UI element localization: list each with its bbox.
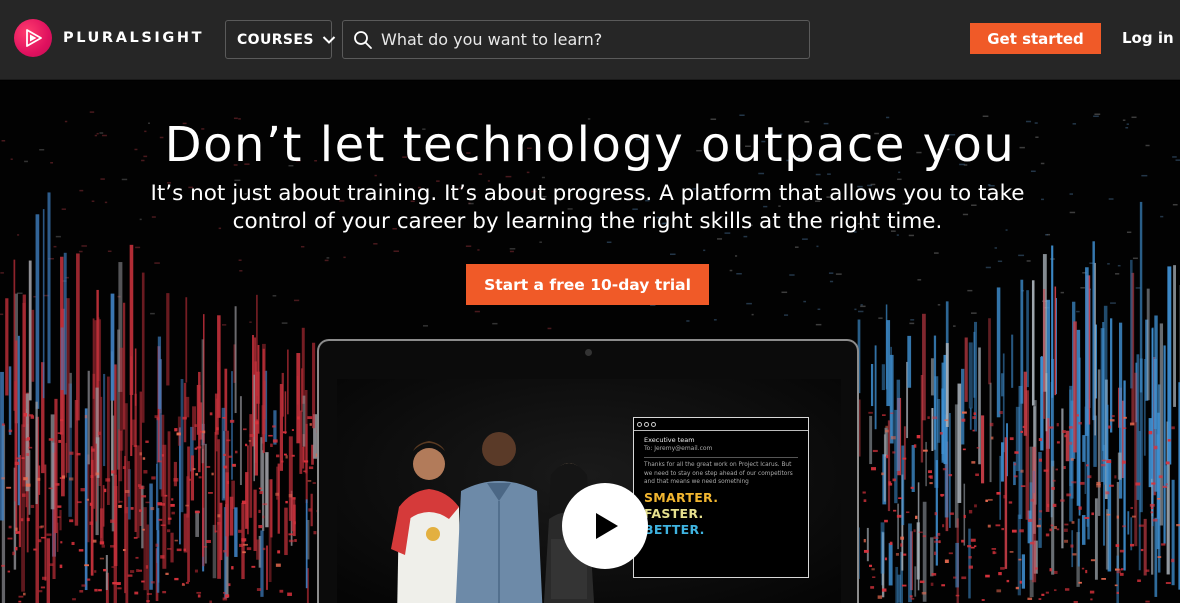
window-dot-icon	[651, 421, 656, 427]
search-icon[interactable]	[353, 30, 373, 50]
play-video-button[interactable]	[562, 483, 648, 569]
email-body: Thanks for all the great work on Project…	[644, 462, 793, 486]
play-icon	[596, 513, 618, 539]
brand-logo[interactable]: PLURALSIGHT	[14, 19, 204, 57]
email-word-smarter: SMARTER.	[644, 489, 719, 505]
laptop-video-frame: Executive team To: Jeremy@email.com Than…	[317, 339, 859, 603]
window-dot-icon	[637, 421, 642, 427]
hero-subtitle-line-1: It’s not just about training. It’s about…	[150, 181, 1025, 206]
search-input[interactable]	[381, 24, 801, 55]
brand-name: PLURALSIGHT	[63, 30, 205, 46]
email-heading: Executive team	[644, 436, 695, 444]
email-card: Executive team To: Jeremy@email.com Than…	[633, 417, 809, 578]
get-started-button[interactable]: Get started	[970, 23, 1101, 54]
email-word-better: BETTER.	[644, 521, 705, 537]
chevron-down-icon	[322, 35, 336, 45]
login-link[interactable]: Log in	[1122, 29, 1174, 47]
window-dot-icon	[644, 421, 649, 427]
hero-subtitle-line-2: control of your career by learning the r…	[232, 209, 943, 234]
search-box	[342, 20, 810, 59]
email-recipient: To: Jeremy@email.com	[644, 445, 713, 452]
top-navbar: PLURALSIGHT COURSES Get started Log in	[0, 0, 1180, 80]
start-free-trial-button[interactable]: Start a free 10-day trial	[466, 264, 709, 305]
video-screen[interactable]: Executive team To: Jeremy@email.com Than…	[337, 379, 841, 603]
hero-title: Don’t let technology outpace you	[164, 117, 1016, 173]
pluralsight-play-logo-icon	[14, 19, 52, 57]
hero-section: Don’t let technology outpace you It’s no…	[0, 81, 1180, 603]
laptop-camera	[585, 349, 592, 356]
courses-label: COURSES	[237, 31, 314, 48]
email-word-faster: FASTER.	[644, 505, 704, 521]
hero-subtitle: It’s not just about training. It’s about…	[110, 180, 1065, 236]
email-card-titlebar	[634, 418, 808, 431]
courses-dropdown-button[interactable]: COURSES	[225, 20, 336, 59]
